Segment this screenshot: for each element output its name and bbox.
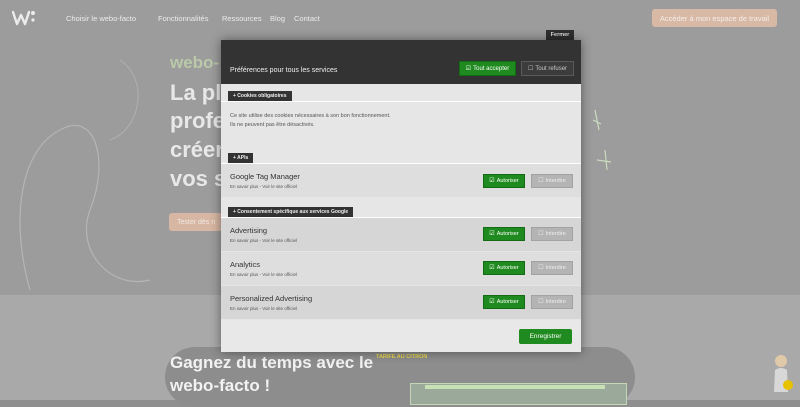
hero-brand: webo- [170,53,220,72]
section-google-consent[interactable]: + Consentement spécifique aux services G… [228,207,354,217]
refuse-all-label: Tout refuser [535,65,568,72]
deny-button[interactable]: ☐ Interdire [531,295,573,309]
allow-button[interactable]: ☑ Autoriser [483,295,525,309]
allow-button[interactable]: ☑ Autoriser [483,174,525,188]
checkbox-empty-icon: ☐ [538,299,544,305]
checkbox-empty-icon: ☐ [538,231,544,237]
deny-label: Interdire [545,231,566,237]
service-links[interactable]: En savoir plus - Voir le site officiel [230,272,297,277]
checkbox-checked-icon: ☑ [465,65,472,72]
allow-button[interactable]: ☑ Autoriser [483,227,525,241]
refuse-all-button[interactable]: ☐ Tout refuser [521,61,574,76]
workspace-access-button[interactable]: Accéder à mon espace de travail [652,9,777,27]
section-mandatory-cookies[interactable]: + Cookies obligatoires [228,91,292,101]
service-row-advertising: Advertising En savoir plus - Voir le sit… [221,218,581,251]
cookie-preferences-dialog: Préférences pour tous les services ☑ Tou… [221,40,581,352]
section-apis[interactable]: + APIs [228,153,254,163]
allow-label: Autoriser [496,299,519,305]
lower-heading-line: Gagnez du temps avec le [170,353,374,372]
lower-heading-line: webo-facto ! [170,376,271,395]
nav-link-blog[interactable]: Blog [270,14,285,23]
nav-link-resources[interactable]: Ressources [222,14,262,23]
nav-link-choose[interactable]: Choisir le webo-facto [66,14,136,23]
deny-button[interactable]: ☐ Interdire [531,174,573,188]
allow-label: Autoriser [496,265,519,271]
checkbox-empty-icon: ☐ [538,265,544,271]
deny-button[interactable]: ☐ Interdire [531,261,573,275]
lower-tag: TARIFE AU CITRON [376,354,428,360]
preview-window-bar [425,385,605,389]
hero-heading-line: vos s [170,166,227,191]
checkbox-checked-icon: ☑ [489,231,495,237]
close-dialog-button[interactable]: Fermer [546,30,574,40]
service-row-google-tag-manager: Google Tag Manager En savoir plus - Voir… [221,164,581,197]
service-row-analytics: Analytics En savoir plus - Voir le site … [221,252,581,285]
hero-heading-line: La pl [170,80,222,105]
checkbox-empty-icon: ☐ [527,65,534,72]
dialog-title: Préférences pour tous les services [230,67,338,74]
service-links[interactable]: En savoir plus - Voir le site officiel [230,238,297,243]
mandatory-cookies-text: Ce site utilise des cookies nécessaires … [230,113,391,119]
deny-label: Interdire [545,178,566,184]
accept-all-button[interactable]: ☑ Tout accepter [459,61,516,76]
decorative-sparkles [592,109,612,171]
service-name: Advertising [230,226,268,235]
service-name: Personalized Advertising [230,294,313,303]
service-links[interactable]: En savoir plus - Voir le site officiel [230,306,297,311]
allow-button[interactable]: ☑ Autoriser [483,261,525,275]
service-name: Google Tag Manager [230,172,300,181]
hero-heading-line: profe [170,108,225,133]
service-name: Analytics [230,260,261,269]
nav-link-features[interactable]: Fonctionnalités [158,14,208,23]
top-navigation: Choisir le webo-facto Fonctionnalités Re… [0,0,800,36]
assistant-avatar-icon[interactable] [772,352,794,398]
hero-try-button[interactable]: Tester dès n [169,213,229,231]
checkbox-checked-icon: ☑ [489,299,495,305]
mandatory-cookies-text: Ils ne peuvent pas être désactivés. [230,122,315,128]
section-divider [221,101,581,102]
checkbox-checked-icon: ☑ [489,265,495,271]
dialog-header: Préférences pour tous les services ☑ Tou… [221,40,581,84]
allow-label: Autoriser [496,231,519,237]
deny-button[interactable]: ☐ Interdire [531,227,573,241]
nav-link-contact[interactable]: Contact [294,14,320,23]
checkbox-empty-icon: ☐ [538,178,544,184]
service-row-personalized-advertising: Personalized Advertising En savoir plus … [221,286,581,319]
accept-all-label: Tout accepter [473,65,510,72]
save-button[interactable]: Enregistrer [519,329,572,344]
deny-label: Interdire [545,265,566,271]
service-links[interactable]: En savoir plus - Voir le site officiel [230,184,297,189]
allow-label: Autoriser [496,178,519,184]
checkbox-checked-icon: ☑ [489,178,495,184]
hero-heading-line: créer [170,137,224,162]
webo-facto-logo[interactable] [12,9,36,27]
deny-label: Interdire [545,299,566,305]
